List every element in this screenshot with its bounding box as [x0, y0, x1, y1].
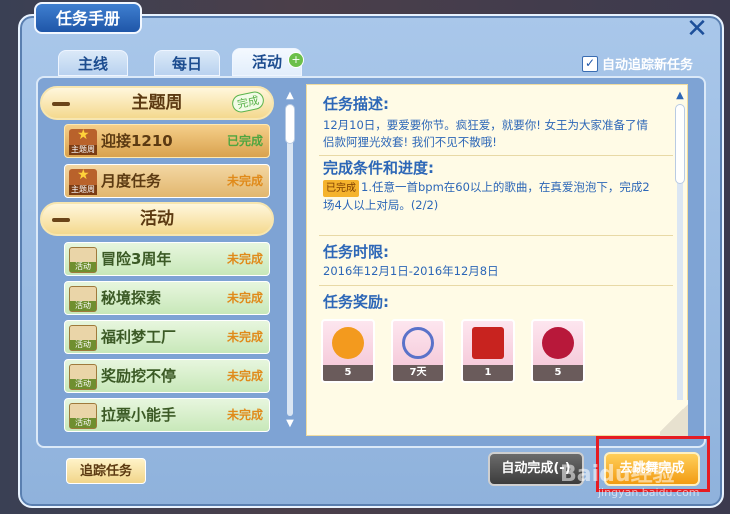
page-curl-decoration	[660, 400, 688, 436]
task-status: 未完成	[226, 408, 263, 422]
reward-item[interactable]: 1	[461, 319, 515, 383]
event-book-icon: 活动	[69, 325, 97, 351]
theme-week-icon: ★ 主题周	[69, 127, 97, 155]
reward-item[interactable]: 5	[531, 319, 585, 383]
task-name: 月度任务	[101, 172, 162, 190]
event-book-icon: 活动	[69, 247, 97, 273]
category-event[interactable]: 活动	[40, 202, 274, 236]
desc-title: 任务描述:	[323, 95, 389, 113]
orange-fruit-icon	[332, 327, 364, 359]
divider	[319, 235, 673, 236]
task-name: 拉票小能手	[101, 406, 177, 424]
reward-item[interactable]: 7天	[391, 319, 445, 383]
wings-icon	[402, 327, 434, 359]
time-text: 2016年12月1日-2016年12月8日	[323, 264, 499, 278]
task-status: 已完成	[226, 134, 263, 148]
task-name: 秘境探索	[101, 289, 162, 307]
lucky-card-icon	[472, 327, 504, 359]
category-theme-week[interactable]: 主题周 完成	[40, 86, 274, 120]
task-status: 未完成	[226, 330, 263, 344]
reward-item[interactable]: 5	[321, 319, 375, 383]
task-status: 未完成	[226, 369, 263, 383]
done-tag: 已完成	[323, 180, 359, 197]
list-scrollbar[interactable]: ▲ ▼	[284, 90, 296, 430]
scroll-down-icon[interactable]: ▼	[284, 418, 296, 430]
checkbox-icon[interactable]: ✓	[582, 55, 598, 72]
scroll-thumb[interactable]	[675, 104, 685, 184]
divider	[319, 155, 673, 156]
close-icon[interactable]: ✕	[684, 16, 710, 42]
tab-daily[interactable]: 每日	[154, 50, 220, 76]
category-label: 活动	[140, 209, 174, 229]
scroll-up-icon[interactable]: ▲	[284, 90, 296, 102]
theme-week-icon: ★ 主题周	[69, 167, 97, 195]
detail-scrollbar[interactable]: ▲ ▼	[674, 90, 686, 420]
task-name: 奖励挖不停	[101, 367, 177, 385]
track-task-button[interactable]: 追踪任务	[66, 458, 146, 484]
window-title: 任务手册	[34, 2, 142, 34]
event-book-icon: 活动	[69, 403, 97, 429]
event-book-icon: 活动	[69, 286, 97, 312]
list-item[interactable]: 活动 拉票小能手 未完成	[64, 398, 270, 432]
gift-badge-icon: +	[288, 52, 304, 68]
auto-track-label: 自动追踪新任务	[602, 58, 694, 73]
task-status: 未完成	[226, 174, 263, 188]
task-status: 未完成	[226, 291, 263, 305]
desc-text: 12月10日，要爱要你节。疯狂爱，就要你! 女王为大家准备了情侣款阿狸光效套! …	[323, 118, 649, 149]
scroll-up-icon[interactable]: ▲	[674, 90, 686, 102]
reward-title: 任务奖励:	[323, 293, 389, 311]
list-item[interactable]: ★ 主题周 月度任务 未完成	[64, 164, 270, 198]
list-item[interactable]: 活动 福利梦工厂 未完成	[64, 320, 270, 354]
task-name: 冒险3周年	[101, 250, 172, 268]
time-title: 任务时限:	[323, 243, 389, 261]
task-name: 福利梦工厂	[101, 328, 177, 346]
task-name: 迎接1210	[101, 132, 173, 150]
task-status: 未完成	[226, 252, 263, 266]
event-book-icon: 活动	[69, 364, 97, 390]
growth-medal-icon	[542, 327, 574, 359]
list-item[interactable]: 活动 冒险3周年 未完成	[64, 242, 270, 276]
task-list: 主题周 完成 ★ 主题周 迎接1210 已完成 ★ 主题周 月度任务 未完成 活动 …	[40, 84, 280, 438]
divider	[319, 285, 673, 286]
tab-main[interactable]: 主线	[58, 50, 128, 76]
cond-text: 已完成 1.任意一首bpm在60以上的歌曲，在真爱泡泡下，完成2场4人以上对局。(…	[323, 180, 650, 212]
list-item[interactable]: ★ 主题周 迎接1210 已完成	[64, 124, 270, 158]
scroll-track[interactable]	[287, 104, 293, 416]
list-item[interactable]: 活动 秘境探索 未完成	[64, 281, 270, 315]
reward-count: 5	[533, 365, 583, 381]
watermark: Baidu经验	[560, 462, 675, 487]
list-item[interactable]: 活动 奖励挖不停 未完成	[64, 359, 270, 393]
reward-list: 5 7天 1 5	[321, 319, 585, 383]
reward-count: 7天	[393, 365, 443, 381]
watermark-url: jingyan.baidu.com	[598, 486, 700, 499]
scroll-thumb[interactable]	[285, 104, 295, 144]
reward-count: 1	[463, 365, 513, 381]
reward-count: 5	[323, 365, 373, 381]
cond-title: 完成条件和进度:	[323, 159, 434, 177]
task-detail: 任务描述: 12月10日，要爱要你节。疯狂爱，就要你! 女王为大家准备了情侣款阿…	[306, 84, 688, 436]
auto-track-toggle[interactable]: ✓ 自动追踪新任务	[582, 54, 693, 73]
